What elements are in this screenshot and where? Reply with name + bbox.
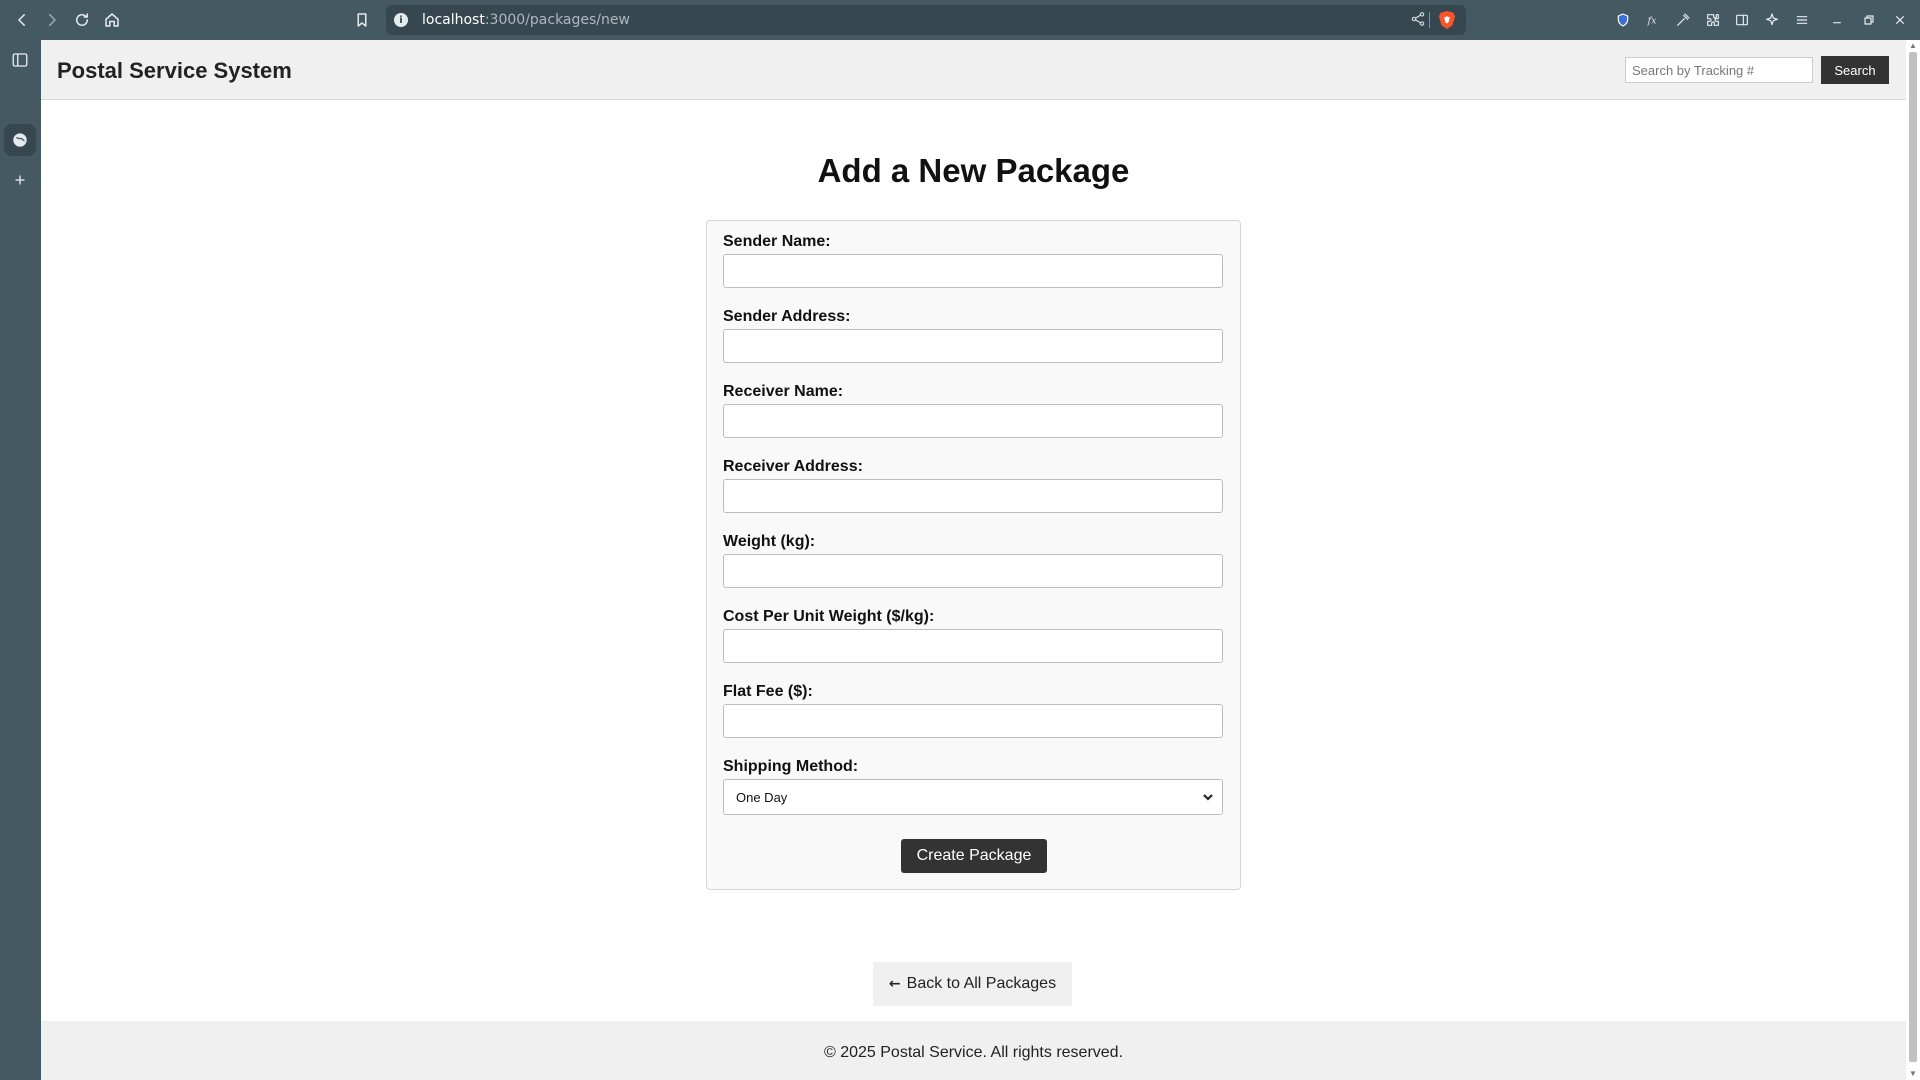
weight-label: Weight (kg):: [723, 533, 816, 550]
home-icon: [105, 13, 119, 27]
url-text[interactable]: localhost:3000/packages/new: [422, 12, 630, 28]
weight-input[interactable]: [723, 554, 1223, 588]
create-package-button[interactable]: Create Package: [901, 839, 1047, 873]
search-button[interactable]: Search: [1821, 56, 1889, 84]
sparkle-icon: [1766, 13, 1778, 26]
chevron-right-icon: [49, 14, 56, 26]
back-to-packages-label: Back to All Packages: [906, 975, 1057, 992]
receiver-address-input[interactable]: [723, 479, 1223, 513]
site-info-icon[interactable]: i: [394, 13, 408, 27]
shipping-method-label: Shipping Method:: [723, 758, 859, 775]
site-title[interactable]: Postal Service System: [57, 58, 292, 84]
close-icon: [1896, 16, 1904, 24]
page-title: Add a New Package: [817, 152, 1130, 189]
url-host: localhost: [422, 12, 485, 28]
extension-eyedropper-button[interactable]: [1672, 9, 1694, 31]
site-footer: © 2025 Postal Service. All rights reserv…: [41, 1021, 1906, 1080]
sender-name-input[interactable]: [723, 254, 1223, 288]
fx-icon: fx: [1647, 15, 1657, 26]
brave-shield-button[interactable]: [1438, 10, 1456, 30]
scroll-thumb[interactable]: [1909, 52, 1917, 1062]
shipping-method-select[interactable]: One Day: [723, 779, 1223, 815]
share-icon: [1411, 12, 1425, 26]
back-nav-button[interactable]: [10, 8, 34, 32]
plus-icon: [15, 175, 25, 185]
flat-fee-input[interactable]: [723, 704, 1223, 738]
address-bar[interactable]: i localhost:3000/packages/new: [386, 5, 1466, 35]
reload-button[interactable]: [70, 8, 94, 32]
shipping-method-value: One Day: [736, 789, 788, 805]
minimize-icon: [1833, 22, 1841, 24]
cost-per-unit-weight-input[interactable]: [723, 629, 1223, 663]
menu-button[interactable]: [1791, 9, 1813, 31]
forward-nav-button[interactable]: [40, 8, 64, 32]
globe-icon: [13, 133, 27, 147]
footer-text: © 2025 Postal Service. All rights reserv…: [823, 1044, 1124, 1061]
leo-ai-button[interactable]: [1761, 9, 1783, 31]
brave-shield-icon: [1438, 11, 1456, 29]
url-separator: [1429, 12, 1430, 28]
chevron-left-icon: [18, 14, 25, 26]
restore-icon: [1864, 15, 1874, 25]
share-button[interactable]: [1410, 11, 1426, 32]
close-window-button[interactable]: [1889, 9, 1911, 31]
receiver-name-label: Receiver Name:: [723, 383, 844, 400]
bookmark-button[interactable]: [350, 8, 374, 32]
new-tab-button[interactable]: [8, 168, 32, 192]
sender-name-label: Sender Name:: [723, 233, 831, 250]
page-scrollbar[interactable]: ▲ ▼: [1906, 40, 1920, 1080]
chevron-down-icon: [1202, 791, 1214, 806]
minimize-button[interactable]: [1826, 9, 1848, 31]
sidebar-panel-icon: [1736, 14, 1748, 26]
receiver-name-input[interactable]: [723, 404, 1223, 438]
sidebar-panel-icon: [12, 53, 28, 67]
scroll-down-arrow[interactable]: ▼: [1909, 1070, 1917, 1078]
home-button[interactable]: [100, 8, 124, 32]
reload-icon: [76, 13, 88, 26]
receiver-address-label: Receiver Address:: [723, 458, 863, 475]
sidebar-toggle-button[interactable]: [1731, 9, 1753, 31]
sidebar-tab-button[interactable]: [8, 128, 32, 152]
restore-button[interactable]: [1858, 9, 1880, 31]
new-package-form: Sender Name: Sender Address: Receiver Na…: [706, 220, 1241, 890]
sidebar-panel-button[interactable]: [8, 48, 32, 72]
arrow-left-icon: ←: [888, 976, 901, 992]
svg-text:fx: fx: [1647, 15, 1657, 26]
browser-sidebar: [0, 40, 41, 1080]
extension-shield-button[interactable]: [1612, 9, 1634, 31]
extensions-button[interactable]: [1702, 9, 1724, 31]
url-path: :3000/packages/new: [484, 12, 630, 28]
back-to-packages-link[interactable]: ← Back to All Packages: [873, 962, 1072, 1006]
scroll-up-arrow[interactable]: ▲: [1909, 42, 1917, 50]
sender-address-label: Sender Address:: [723, 308, 851, 325]
eyedropper-icon: [1677, 13, 1690, 26]
shield-extension-icon: [1617, 13, 1629, 27]
extension-fx-button[interactable]: fx: [1642, 9, 1664, 31]
bookmark-icon: [357, 13, 367, 27]
cost-per-unit-weight-label: Cost Per Unit Weight ($/kg):: [723, 608, 935, 625]
sender-address-input[interactable]: [723, 329, 1223, 363]
hamburger-menu-icon: [1796, 16, 1808, 24]
tracking-search-input[interactable]: [1625, 57, 1813, 83]
browser-toolbar: i localhost:3000/packages/new fx: [0, 0, 1920, 40]
puzzle-icon: [1707, 14, 1719, 26]
flat-fee-label: Flat Fee ($):: [723, 683, 813, 700]
site-header: Postal Service System Search: [41, 40, 1906, 100]
page-viewport: Postal Service System Search Add a New P…: [41, 40, 1906, 1080]
